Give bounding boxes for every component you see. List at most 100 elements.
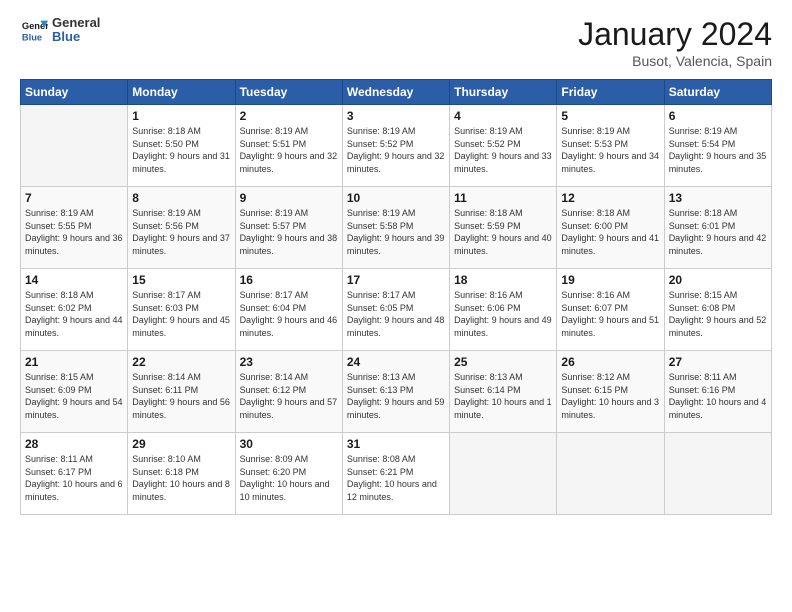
month-title: January 2024 xyxy=(578,16,772,53)
day-info: Sunrise: 8:09 AMSunset: 6:20 PMDaylight:… xyxy=(240,453,338,503)
logo-icon: General Blue xyxy=(20,16,48,44)
day-info: Sunrise: 8:15 AMSunset: 6:08 PMDaylight:… xyxy=(669,289,767,339)
day-info: Sunrise: 8:19 AMSunset: 5:56 PMDaylight:… xyxy=(132,207,230,257)
calendar-cell: 22 Sunrise: 8:14 AMSunset: 6:11 PMDayligh… xyxy=(128,351,235,433)
day-number: 14 xyxy=(25,273,123,287)
day-info: Sunrise: 8:18 AMSunset: 5:50 PMDaylight:… xyxy=(132,125,230,175)
day-info: Sunrise: 8:13 AMSunset: 6:14 PMDaylight:… xyxy=(454,371,552,421)
day-info: Sunrise: 8:19 AMSunset: 5:52 PMDaylight:… xyxy=(454,125,552,175)
day-number: 10 xyxy=(347,191,445,205)
svg-text:Blue: Blue xyxy=(22,33,42,43)
calendar-cell: 14 Sunrise: 8:18 AMSunset: 6:02 PMDayligh… xyxy=(21,269,128,351)
calendar-week-row: 7Sunrise: 8:19 AMSunset: 5:55 PMDaylight… xyxy=(21,187,772,269)
day-number: 20 xyxy=(669,273,767,287)
day-info: Sunrise: 8:18 AMSunset: 6:02 PMDaylight:… xyxy=(25,289,123,339)
day-number: 13 xyxy=(669,191,767,205)
calendar-cell: 13 Sunrise: 8:18 AMSunset: 6:01 PMDayligh… xyxy=(664,187,771,269)
day-info: Sunrise: 8:11 AMSunset: 6:17 PMDaylight:… xyxy=(25,453,123,503)
calendar-cell: 6 Sunrise: 8:19 AMSunset: 5:54 PMDaylight… xyxy=(664,105,771,187)
calendar-cell: 8 Sunrise: 8:19 AMSunset: 5:56 PMDaylight… xyxy=(128,187,235,269)
day-number: 3 xyxy=(347,109,445,123)
calendar-cell: 21 Sunrise: 8:15 AMSunset: 6:09 PMDayligh… xyxy=(21,351,128,433)
weekday-header-wednesday: Wednesday xyxy=(342,80,449,105)
day-number: 17 xyxy=(347,273,445,287)
day-number: 6 xyxy=(669,109,767,123)
calendar-cell: 31Sunrise: 8:08 AMSunset: 6:21 PMDayligh… xyxy=(342,433,449,515)
day-number: 31 xyxy=(347,437,445,451)
day-info: Sunrise: 8:12 AMSunset: 6:15 PMDaylight:… xyxy=(561,371,659,421)
weekday-header-monday: Monday xyxy=(128,80,235,105)
calendar-cell xyxy=(664,433,771,515)
day-number: 8 xyxy=(132,191,230,205)
calendar-cell: 2 Sunrise: 8:19 AMSunset: 5:51 PMDaylight… xyxy=(235,105,342,187)
title-block: January 2024 Busot, Valencia, Spain xyxy=(578,16,772,69)
day-number: 24 xyxy=(347,355,445,369)
day-number: 7 xyxy=(25,191,123,205)
calendar-cell: 20 Sunrise: 8:15 AMSunset: 6:08 PMDayligh… xyxy=(664,269,771,351)
calendar-cell: 25Sunrise: 8:13 AMSunset: 6:14 PMDayligh… xyxy=(450,351,557,433)
calendar-cell xyxy=(450,433,557,515)
calendar-week-row: 21 Sunrise: 8:15 AMSunset: 6:09 PMDayligh… xyxy=(21,351,772,433)
day-info: Sunrise: 8:11 AMSunset: 6:16 PMDaylight:… xyxy=(669,371,767,421)
day-number: 23 xyxy=(240,355,338,369)
day-number: 29 xyxy=(132,437,230,451)
day-info: Sunrise: 8:17 AMSunset: 6:04 PMDaylight:… xyxy=(240,289,338,339)
calendar-cell: 19 Sunrise: 8:16 AMSunset: 6:07 PMDayligh… xyxy=(557,269,664,351)
day-info: Sunrise: 8:18 AMSunset: 5:59 PMDaylight:… xyxy=(454,207,552,257)
weekday-header-friday: Friday xyxy=(557,80,664,105)
day-info: Sunrise: 8:16 AMSunset: 6:07 PMDaylight:… xyxy=(561,289,659,339)
day-number: 4 xyxy=(454,109,552,123)
calendar-cell: 26 Sunrise: 8:12 AMSunset: 6:15 PMDayligh… xyxy=(557,351,664,433)
day-info: Sunrise: 8:14 AMSunset: 6:11 PMDaylight:… xyxy=(132,371,230,421)
day-info: Sunrise: 8:14 AMSunset: 6:12 PMDaylight:… xyxy=(240,371,338,421)
calendar-table: SundayMondayTuesdayWednesdayThursdayFrid… xyxy=(20,79,772,515)
calendar-cell: 4 Sunrise: 8:19 AMSunset: 5:52 PMDaylight… xyxy=(450,105,557,187)
day-number: 21 xyxy=(25,355,123,369)
day-info: Sunrise: 8:19 AMSunset: 5:58 PMDaylight:… xyxy=(347,207,445,257)
day-info: Sunrise: 8:15 AMSunset: 6:09 PMDaylight:… xyxy=(25,371,123,421)
day-info: Sunrise: 8:19 AMSunset: 5:52 PMDaylight:… xyxy=(347,125,445,175)
day-number: 9 xyxy=(240,191,338,205)
calendar-cell xyxy=(21,105,128,187)
calendar-cell: 10 Sunrise: 8:19 AMSunset: 5:58 PMDayligh… xyxy=(342,187,449,269)
calendar-week-row: 14 Sunrise: 8:18 AMSunset: 6:02 PMDayligh… xyxy=(21,269,772,351)
day-info: Sunrise: 8:13 AMSunset: 6:13 PMDaylight:… xyxy=(347,371,445,421)
calendar-cell: 15Sunrise: 8:17 AMSunset: 6:03 PMDayligh… xyxy=(128,269,235,351)
calendar-cell: 17Sunrise: 8:17 AMSunset: 6:05 PMDayligh… xyxy=(342,269,449,351)
calendar-cell: 9 Sunrise: 8:19 AMSunset: 5:57 PMDaylight… xyxy=(235,187,342,269)
weekday-header-sunday: Sunday xyxy=(21,80,128,105)
day-number: 12 xyxy=(561,191,659,205)
calendar-cell: 3 Sunrise: 8:19 AMSunset: 5:52 PMDaylight… xyxy=(342,105,449,187)
day-info: Sunrise: 8:19 AMSunset: 5:53 PMDaylight:… xyxy=(561,125,659,175)
calendar-cell: 29 Sunrise: 8:10 AMSunset: 6:18 PMDayligh… xyxy=(128,433,235,515)
calendar-cell: 11Sunrise: 8:18 AMSunset: 5:59 PMDayligh… xyxy=(450,187,557,269)
day-info: Sunrise: 8:10 AMSunset: 6:18 PMDaylight:… xyxy=(132,453,230,503)
calendar-cell: 30 Sunrise: 8:09 AMSunset: 6:20 PMDayligh… xyxy=(235,433,342,515)
day-number: 16 xyxy=(240,273,338,287)
day-number: 2 xyxy=(240,109,338,123)
day-number: 26 xyxy=(561,355,659,369)
calendar-cell: 12Sunrise: 8:18 AMSunset: 6:00 PMDayligh… xyxy=(557,187,664,269)
calendar-cell: 5 Sunrise: 8:19 AMSunset: 5:53 PMDaylight… xyxy=(557,105,664,187)
weekday-header-thursday: Thursday xyxy=(450,80,557,105)
calendar-cell: 16 Sunrise: 8:17 AMSunset: 6:04 PMDayligh… xyxy=(235,269,342,351)
location-title: Busot, Valencia, Spain xyxy=(578,53,772,69)
day-info: Sunrise: 8:19 AMSunset: 5:57 PMDaylight:… xyxy=(240,207,338,257)
day-number: 30 xyxy=(240,437,338,451)
day-info: Sunrise: 8:18 AMSunset: 6:01 PMDaylight:… xyxy=(669,207,767,257)
day-number: 1 xyxy=(132,109,230,123)
day-number: 28 xyxy=(25,437,123,451)
calendar-cell: 28 Sunrise: 8:11 AMSunset: 6:17 PMDayligh… xyxy=(21,433,128,515)
calendar-week-row: 28 Sunrise: 8:11 AMSunset: 6:17 PMDayligh… xyxy=(21,433,772,515)
day-info: Sunrise: 8:19 AMSunset: 5:51 PMDaylight:… xyxy=(240,125,338,175)
day-info: Sunrise: 8:17 AMSunset: 6:03 PMDaylight:… xyxy=(132,289,230,339)
day-number: 22 xyxy=(132,355,230,369)
calendar-cell: 1 Sunrise: 8:18 AMSunset: 5:50 PMDaylight… xyxy=(128,105,235,187)
header: General Blue General Blue January 2024 B… xyxy=(20,16,772,69)
day-info: Sunrise: 8:19 AMSunset: 5:54 PMDaylight:… xyxy=(669,125,767,175)
day-number: 5 xyxy=(561,109,659,123)
calendar-cell: 18Sunrise: 8:16 AMSunset: 6:06 PMDayligh… xyxy=(450,269,557,351)
day-number: 19 xyxy=(561,273,659,287)
calendar-cell: 24 Sunrise: 8:13 AMSunset: 6:13 PMDayligh… xyxy=(342,351,449,433)
logo: General Blue General Blue xyxy=(20,16,100,45)
